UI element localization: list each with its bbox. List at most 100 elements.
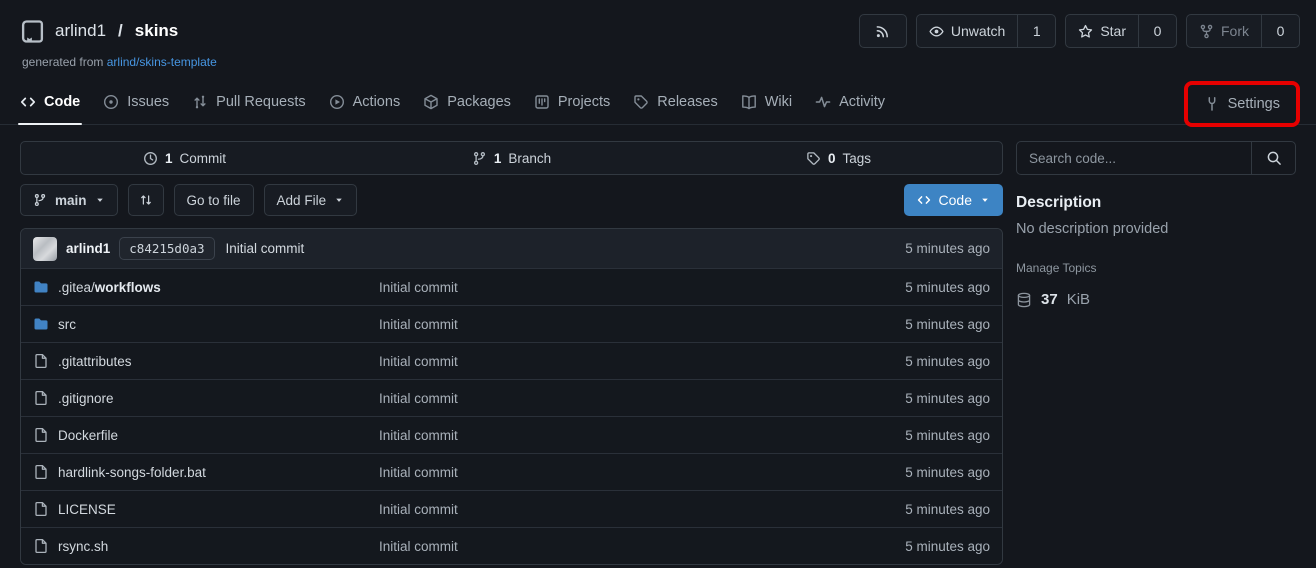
- repo-owner-link[interactable]: arlind1: [55, 21, 106, 41]
- file-commit-time: 5 minutes ago: [820, 391, 990, 406]
- tab-issues-label: Issues: [127, 94, 169, 110]
- description-heading: Description: [1016, 194, 1296, 212]
- tab-wiki[interactable]: Wiki: [741, 79, 792, 124]
- tab-activity[interactable]: Activity: [815, 79, 885, 124]
- watch-button-group: Unwatch 1: [916, 14, 1056, 48]
- commit-message-link[interactable]: Initial commit: [226, 241, 305, 256]
- file-row: .gitea/workflows Initial commit 5 minute…: [21, 268, 1002, 305]
- add-file-button[interactable]: Add File: [264, 184, 358, 216]
- stat-branch[interactable]: 1 Branch: [348, 142, 675, 174]
- file-name-link[interactable]: hardlink-songs-folder.bat: [58, 465, 206, 480]
- commit-time: 5 minutes ago: [905, 241, 990, 256]
- file-commit-message[interactable]: Initial commit: [379, 280, 820, 295]
- file-icon: [33, 501, 49, 517]
- latest-commit-row: arlind1 c84215d0a3 Initial commit 5 minu…: [21, 229, 1002, 268]
- search-input[interactable]: [1017, 142, 1251, 174]
- repo-size-row: 37 KiB: [1016, 291, 1296, 308]
- tab-pull-requests[interactable]: Pull Requests: [192, 79, 305, 124]
- file-row: rsync.sh Initial commit 5 minutes ago: [21, 527, 1002, 564]
- eye-icon: [929, 24, 944, 39]
- watchers-count[interactable]: 1: [1017, 15, 1055, 47]
- stars-count[interactable]: 0: [1138, 15, 1176, 47]
- file-icon: [33, 353, 49, 369]
- file-name-link[interactable]: .gitattributes: [58, 354, 132, 369]
- file-icon: [33, 427, 49, 443]
- star-button[interactable]: Star: [1066, 15, 1138, 47]
- forks-count[interactable]: 0: [1261, 15, 1299, 47]
- file-commit-message[interactable]: Initial commit: [379, 317, 820, 332]
- tag-icon: [806, 151, 821, 166]
- star-icon: [1078, 24, 1093, 39]
- tab-activity-label: Activity: [839, 94, 885, 110]
- code-button-label: Code: [939, 192, 972, 208]
- file-table: arlind1 c84215d0a3 Initial commit 5 minu…: [20, 228, 1003, 565]
- file-commit-time: 5 minutes ago: [820, 354, 990, 369]
- star-label: Star: [1100, 23, 1126, 39]
- generated-from-label: generated from: [22, 55, 103, 69]
- tab-code[interactable]: Code: [20, 79, 80, 124]
- file-name-link[interactable]: rsync.sh: [58, 539, 108, 554]
- commit-hash-link[interactable]: c84215d0a3: [119, 237, 214, 260]
- stat-commit[interactable]: 1 Commit: [21, 142, 348, 174]
- file-commit-time: 5 minutes ago: [820, 317, 990, 332]
- branch-icon: [33, 193, 47, 207]
- tab-actions[interactable]: Actions: [329, 79, 401, 124]
- repo-name-link[interactable]: skins: [135, 21, 178, 41]
- file-name-link[interactable]: .gitignore: [58, 391, 114, 406]
- tab-releases[interactable]: Releases: [633, 79, 717, 124]
- repo-size-unit: KiB: [1067, 291, 1090, 308]
- branch-icon: [472, 151, 487, 166]
- generated-from-line: generated from arlind/skins-template: [22, 55, 1300, 69]
- file-commit-message[interactable]: Initial commit: [379, 502, 820, 517]
- fork-button-group: Fork 0: [1186, 14, 1300, 48]
- code-download-button[interactable]: Code: [904, 184, 1003, 216]
- add-file-label: Add File: [277, 193, 327, 208]
- file-row: Dockerfile Initial commit 5 minutes ago: [21, 416, 1002, 453]
- file-name-link[interactable]: LICENSE: [58, 502, 116, 517]
- repo-size-value: 37: [1041, 291, 1058, 308]
- file-row: .gitattributes Initial commit 5 minutes …: [21, 342, 1002, 379]
- tab-issues[interactable]: Issues: [103, 79, 169, 124]
- branch-selector[interactable]: main: [20, 184, 118, 216]
- tab-packages[interactable]: Packages: [423, 79, 511, 124]
- tab-releases-label: Releases: [657, 94, 717, 110]
- commit-author-link[interactable]: arlind1: [66, 241, 110, 256]
- code-search-box: [1016, 141, 1296, 175]
- unwatch-button[interactable]: Unwatch: [917, 15, 1017, 47]
- code-toolbar: main Go to file Add File Code: [20, 184, 1003, 216]
- stat-tags[interactable]: 0 Tags: [675, 142, 1002, 174]
- manage-topics-link[interactable]: Manage Topics: [1016, 261, 1296, 275]
- fork-button[interactable]: Fork: [1187, 15, 1261, 47]
- file-icon: [33, 538, 49, 554]
- code-icon: [20, 94, 36, 110]
- code-icon: [917, 193, 931, 207]
- file-row: hardlink-songs-folder.bat Initial commit…: [21, 453, 1002, 490]
- avatar[interactable]: [33, 237, 57, 261]
- fork-icon: [1199, 24, 1214, 39]
- file-commit-message[interactable]: Initial commit: [379, 428, 820, 443]
- file-name-link[interactable]: .gitea/workflows: [58, 280, 161, 295]
- file-commit-message[interactable]: Initial commit: [379, 354, 820, 369]
- tab-settings[interactable]: Settings: [1204, 96, 1280, 112]
- search-button[interactable]: [1251, 142, 1295, 174]
- compare-button[interactable]: [128, 184, 164, 216]
- go-to-file-button[interactable]: Go to file: [174, 184, 254, 216]
- file-name-link[interactable]: Dockerfile: [58, 428, 118, 443]
- issue-icon: [103, 94, 119, 110]
- file-commit-message[interactable]: Initial commit: [379, 465, 820, 480]
- file-row: .gitignore Initial commit 5 minutes ago: [21, 379, 1002, 416]
- template-repo-link[interactable]: arlind/skins-template: [107, 55, 217, 69]
- file-commit-message[interactable]: Initial commit: [379, 539, 820, 554]
- file-commit-message[interactable]: Initial commit: [379, 391, 820, 406]
- repo-separator: /: [118, 21, 123, 41]
- chevron-down-icon: [95, 195, 105, 205]
- tab-packages-label: Packages: [447, 94, 511, 110]
- clock-icon: [143, 151, 158, 166]
- database-icon: [1016, 292, 1032, 308]
- tab-projects[interactable]: Projects: [534, 79, 610, 124]
- file-name-link[interactable]: src: [58, 317, 76, 332]
- rss-button[interactable]: [860, 15, 906, 47]
- rss-icon: [875, 24, 890, 39]
- annotation-highlight-box: Settings: [1184, 81, 1300, 127]
- repo-sidebar: Description No description provided Mana…: [1016, 141, 1296, 308]
